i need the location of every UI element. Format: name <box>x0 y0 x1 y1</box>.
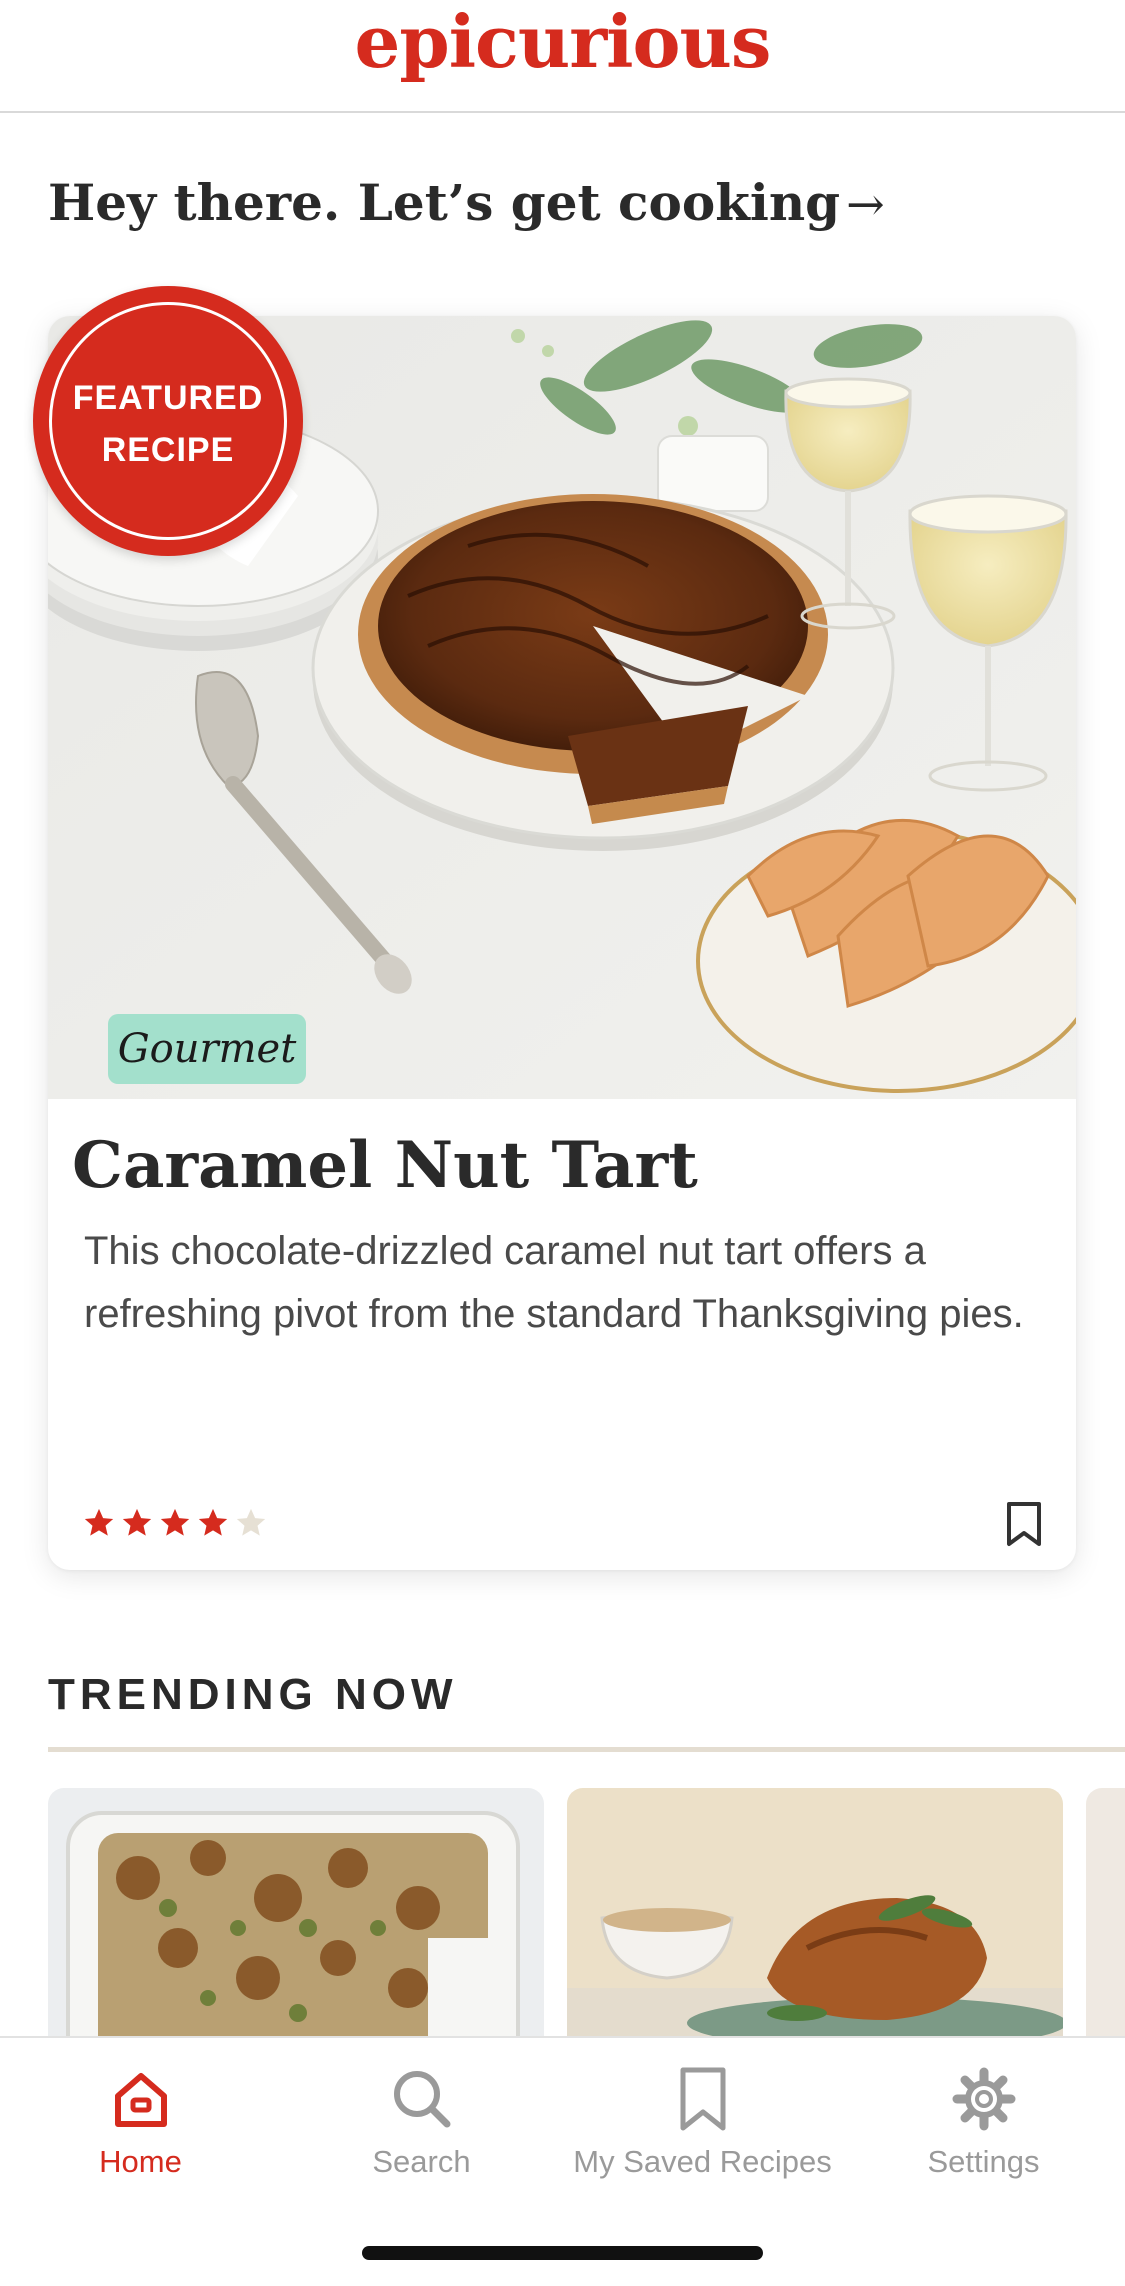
star-empty-icon <box>234 1506 268 1545</box>
roast-turkey-image <box>567 1788 1063 2038</box>
bookmark-icon <box>668 2064 738 2134</box>
app-header: epicurious <box>0 0 1125 113</box>
bookmark-icon[interactable] <box>1004 1500 1044 1550</box>
trending-card[interactable] <box>1086 1788 1125 2038</box>
tab-label: My Saved Recipes <box>573 2144 832 2179</box>
badge-line-2: RECIPE <box>101 431 235 469</box>
tab-my-saved-recipes[interactable]: My Saved Recipes <box>562 2038 843 2208</box>
greeting-link[interactable]: Hey there. Let’s get cooking → <box>48 168 885 239</box>
tab-label: Settings <box>927 2144 1040 2179</box>
badge-line-1: FEATURED <box>72 379 264 417</box>
star-rating <box>82 1506 272 1546</box>
badge-text: FEATURED RECIPE <box>33 372 303 476</box>
greeting-text: Hey there. Let’s get cooking <box>48 173 841 232</box>
star-filled-icon <box>82 1506 116 1545</box>
gear-icon <box>949 2064 1019 2134</box>
recipe-title[interactable]: Caramel Nut Tart <box>72 1126 698 1206</box>
tab-settings[interactable]: Settings <box>843 2038 1124 2208</box>
star-filled-icon <box>196 1506 230 1545</box>
arrow-right-icon: → <box>846 177 885 231</box>
stuffing-image <box>48 1788 544 2038</box>
gourmet-tag: Gourmet <box>108 1014 306 1084</box>
epicurious-logo[interactable]: epicurious <box>0 0 1125 84</box>
featured-recipe-badge: FEATURED RECIPE <box>33 286 303 556</box>
home-icon <box>106 2064 176 2134</box>
trending-card[interactable] <box>48 1788 544 2038</box>
tab-label: Home <box>99 2144 182 2179</box>
star-filled-icon <box>158 1506 192 1545</box>
star-filled-icon <box>120 1506 154 1545</box>
trending-now-heading: TRENDING NOW <box>48 1670 458 1719</box>
tab-home[interactable]: Home <box>0 2038 281 2208</box>
section-divider <box>48 1747 1125 1752</box>
recipe-description: This chocolate-drizzled caramel nut tart… <box>84 1229 1024 1336</box>
tab-search[interactable]: Search <box>281 2038 562 2208</box>
trending-card[interactable] <box>567 1788 1063 2038</box>
search-icon <box>387 2064 457 2134</box>
tab-label: Search <box>372 2144 471 2179</box>
home-indicator[interactable] <box>362 2246 763 2260</box>
